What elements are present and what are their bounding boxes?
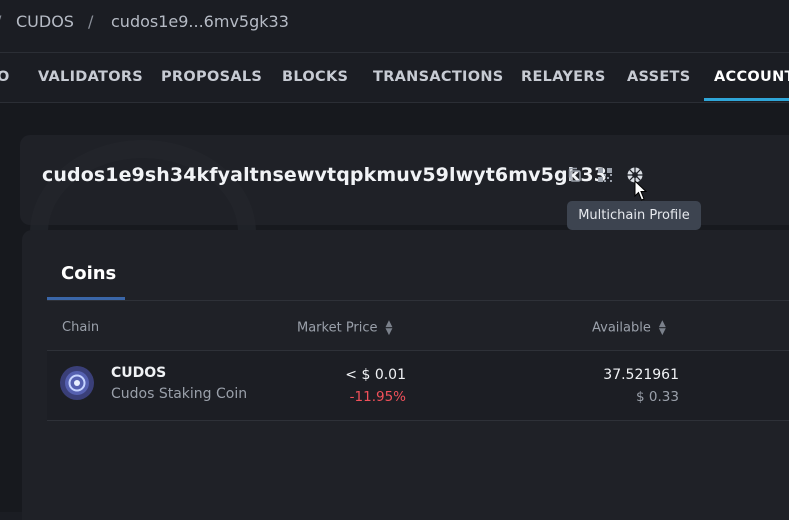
nav-item-relayers[interactable]: RELAYERS — [521, 69, 606, 85]
copy-icon[interactable] — [566, 166, 584, 184]
account-address: cudos1e9sh34kfyaltnsewvtqpkmuv59lwyt6mv5… — [42, 164, 608, 186]
nav-item-validators[interactable]: VALIDATORS — [38, 69, 143, 85]
breadcrumb-separator: / — [88, 12, 94, 31]
cudos-coin-icon — [60, 366, 94, 400]
tab-coins[interactable]: Coins — [61, 263, 116, 284]
tab-divider — [47, 300, 789, 301]
mouse-cursor-icon — [634, 180, 648, 201]
main-nav: O VALIDATORS PROPOSALS BLOCKS TRANSACTIO… — [0, 53, 789, 103]
multichain-profile-tooltip: Multichain Profile — [567, 201, 701, 230]
column-header-market-price[interactable]: Market Price ▲ ▼ — [297, 320, 393, 337]
breadcrumb-root[interactable]: CUDOS — [16, 12, 74, 31]
nav-item-transactions[interactable]: TRANSACTIONS — [373, 69, 504, 85]
tab-active-indicator — [47, 297, 125, 300]
column-header-chain: Chain — [62, 320, 100, 335]
nav-item-partial[interactable]: O — [0, 69, 10, 85]
sort-icon[interactable]: ▲ ▼ — [659, 320, 666, 337]
sort-icon[interactable]: ▲ ▼ — [386, 320, 393, 337]
coin-name: Cudos Staking Coin — [111, 386, 248, 402]
nav-item-assets[interactable]: ASSETS — [627, 69, 691, 85]
qr-code-icon[interactable] — [596, 166, 614, 184]
nav-item-blocks[interactable]: BLOCKS — [282, 69, 348, 85]
coin-available-amount: 37.521961 — [603, 367, 679, 383]
column-header-available[interactable]: Available ▲ ▼ — [592, 320, 666, 337]
breadcrumb-separator: / — [0, 12, 1, 31]
nav-item-account[interactable]: ACCOUNT — [714, 69, 789, 85]
nav-active-indicator — [704, 98, 789, 101]
breadcrumb-account: cudos1e9...6mv5gk33 — [111, 12, 289, 31]
coin-symbol: CUDOS — [111, 365, 167, 381]
coin-price-change: -11.95% — [349, 389, 406, 405]
coin-available-usd: $ 0.33 — [636, 389, 679, 405]
nav-item-proposals[interactable]: PROPOSALS — [161, 69, 262, 85]
coin-price: < $ 0.01 — [345, 367, 406, 383]
